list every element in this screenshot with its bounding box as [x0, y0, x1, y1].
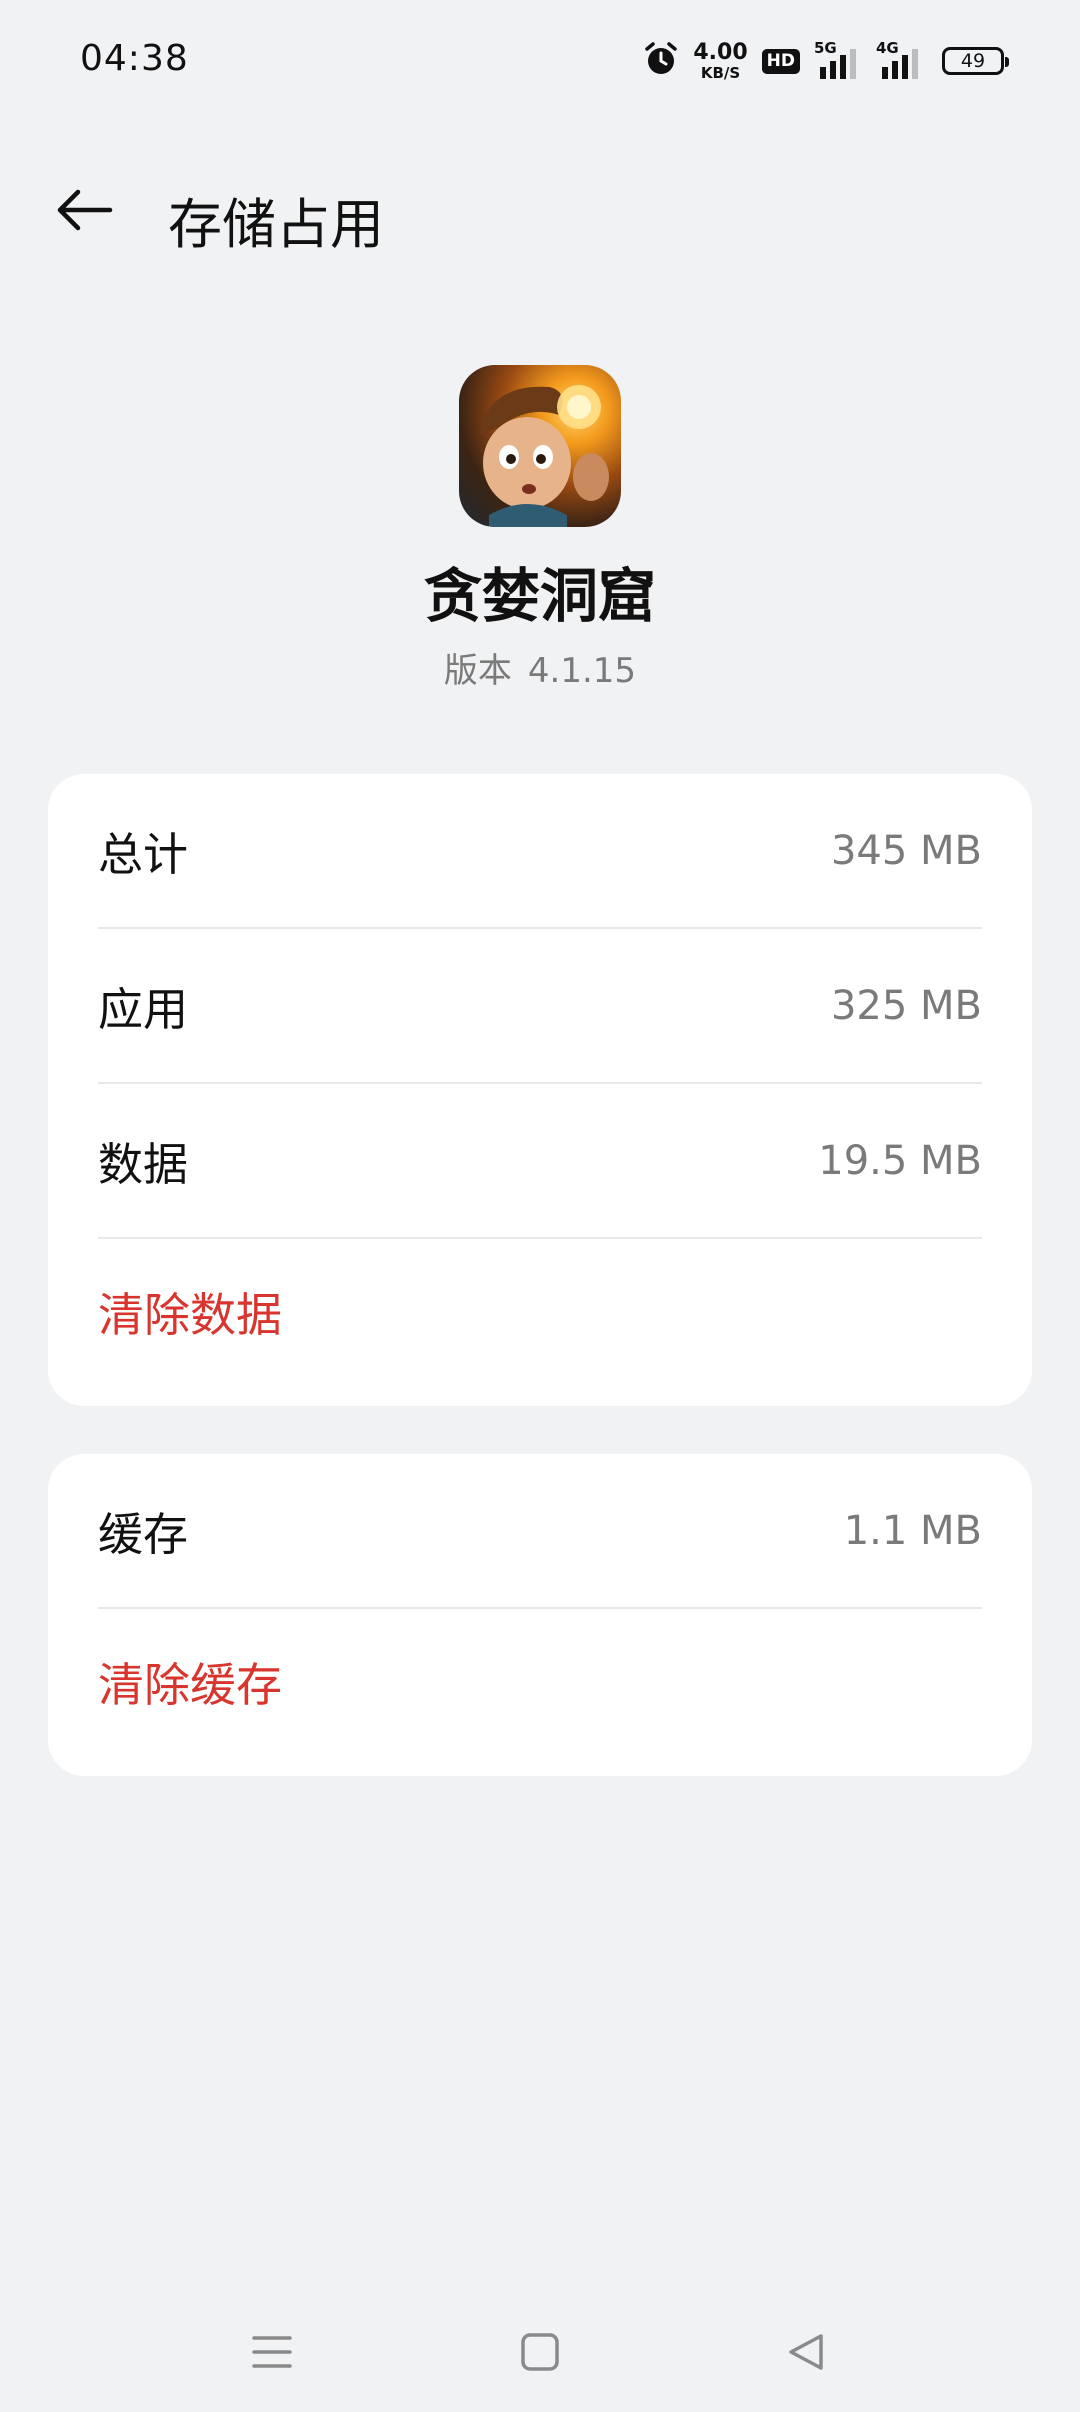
app-version-label: 版本 [443, 650, 512, 691]
cache-card: 缓存 1.1 MB 清除缓存 [48, 1454, 1032, 1776]
back-arrow-icon [54, 188, 114, 236]
storage-row-value: 1.1 MB [843, 1507, 982, 1554]
storage-row-value: 325 MB [830, 982, 982, 1029]
storage-row-label: 缓存 [98, 1508, 189, 1561]
storage-row-label: 数据 [98, 1138, 189, 1191]
network-speed-value: 4.00 [693, 39, 748, 65]
nav-recents-button[interactable] [240, 2322, 304, 2386]
app-version: 版本 4.1.15 [0, 643, 1080, 692]
app-icon [459, 365, 621, 527]
nav-home-button[interactable] [508, 2322, 572, 2386]
app-info: 贪婪洞窟 版本 4.1.15 [0, 365, 1080, 692]
status-bar: 04:38 4.00 KB/S HD 5G 4G 49 [0, 0, 1080, 124]
status-time: 04:38 [80, 38, 189, 79]
storage-row-data: 数据 19.5 MB [98, 1084, 982, 1239]
storage-row-total: 总计 345 MB [98, 774, 982, 929]
storage-row-label: 应用 [98, 983, 189, 1036]
signal-4g-icon: 4G [876, 41, 924, 81]
header: 存储占用 [0, 160, 1080, 260]
network-speed-unit: KB/S [700, 63, 741, 82]
network-speed: 4.00 KB/S [693, 39, 748, 82]
home-icon [519, 2331, 561, 2377]
back-button[interactable] [48, 182, 120, 242]
nav-back-button[interactable] [774, 2322, 838, 2386]
status-icons: 4.00 KB/S HD 5G 4G 49 [643, 36, 1009, 86]
alarm-icon [643, 41, 679, 81]
app-name: 贪婪洞窟 [423, 562, 656, 630]
storage-card: 总计 345 MB 应用 325 MB 数据 19.5 MB 清除数据 [48, 774, 1032, 1406]
hd-icon: HD [761, 48, 800, 74]
battery-level: 49 [960, 50, 986, 72]
app-version-number: 4.1.15 [527, 650, 637, 691]
storage-row-app: 应用 325 MB [98, 929, 982, 1084]
clear-data-button[interactable]: 清除数据 [98, 1239, 982, 1385]
menu-icon [250, 2332, 294, 2376]
page-title: 存储占用 [168, 193, 384, 256]
back-triangle-icon [785, 2331, 827, 2377]
navigation-bar [0, 2300, 1080, 2412]
battery-icon: 49 [942, 47, 1009, 75]
storage-row-cache: 缓存 1.1 MB [98, 1454, 982, 1609]
storage-row-value: 345 MB [830, 827, 982, 874]
storage-row-label: 总计 [98, 828, 189, 881]
storage-row-value: 19.5 MB [818, 1137, 982, 1184]
clear-cache-button[interactable]: 清除缓存 [98, 1609, 982, 1755]
signal-5g-icon: 5G [814, 41, 862, 81]
